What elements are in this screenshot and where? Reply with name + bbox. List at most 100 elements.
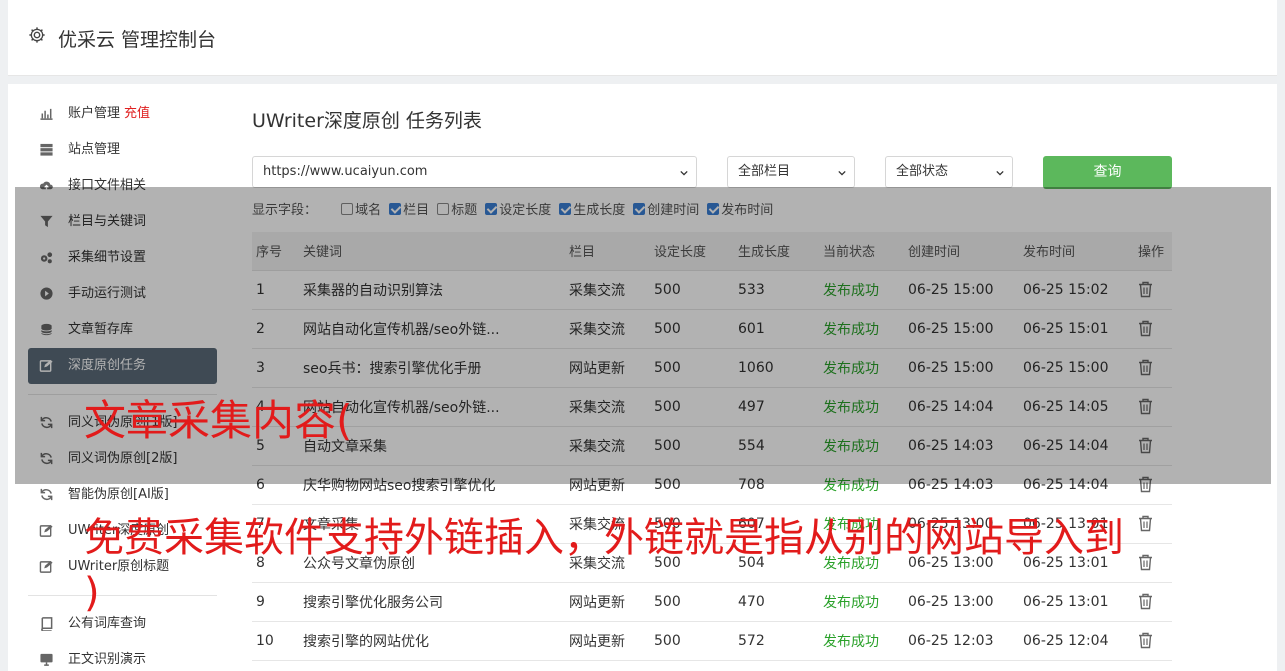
table-cell: 06-25 14:04 xyxy=(904,387,1019,427)
column-header: 发布时间 xyxy=(1019,232,1134,271)
field-checkbox[interactable]: 域名 xyxy=(341,202,381,220)
table-cell: 500 xyxy=(650,426,734,466)
table-cell: 发布成功 xyxy=(819,270,904,310)
table-cell: 06-25 15:02 xyxy=(1019,270,1134,310)
sidebar-item[interactable]: 站点管理 xyxy=(28,132,217,168)
table-cell: 572 xyxy=(734,621,819,661)
table-cell[interactable]: seo兵书：搜索引擎优化手册 xyxy=(299,348,565,388)
caption-line-1: 文章采集内容( xyxy=(84,396,353,445)
field-checkbox[interactable]: 生成长度 xyxy=(559,202,625,220)
page-title: UWriter深度原创 任务列表 xyxy=(252,110,482,132)
actions-cell xyxy=(1134,504,1172,544)
field-checkbox[interactable]: 发布时间 xyxy=(707,202,773,220)
checkbox[interactable] xyxy=(389,203,402,215)
table-cell[interactable]: 采集器的自动识别算法 xyxy=(299,270,565,310)
play-circle-icon xyxy=(40,287,53,300)
field-checkbox[interactable]: 栏目 xyxy=(389,202,429,220)
sidebar-item[interactable]: 深度原创任务 xyxy=(28,348,217,384)
table-cell[interactable]: 搜索引擎优化服务公司 xyxy=(299,582,565,622)
caption-line-3: ) xyxy=(84,570,100,616)
table-cell: 发布成功 xyxy=(819,465,904,505)
edit-icon xyxy=(39,359,53,372)
sidebar-item-label: 手动运行测试 xyxy=(68,286,147,301)
table-cell: 2 xyxy=(252,309,299,349)
field-checkbox[interactable]: 设定长度 xyxy=(485,202,551,220)
content-panel: 账户管理 充值 站点管理 接口文件相关 栏目与关键词采集细节设置 手动运行测试文章暂存库深… xyxy=(8,84,1277,671)
actions-cell xyxy=(1134,387,1172,427)
trash-icon[interactable] xyxy=(1138,632,1153,649)
checkbox[interactable] xyxy=(437,203,450,215)
table-cell: 500 xyxy=(650,621,734,661)
table-cell: 发布成功 xyxy=(819,348,904,388)
checkbox[interactable] xyxy=(633,203,646,215)
checkbox[interactable] xyxy=(341,203,354,215)
trash-icon[interactable] xyxy=(1138,593,1153,610)
sidebar-item-label: 深度原创任务 xyxy=(68,358,147,373)
sidebar-item[interactable]: 正文识别演示 xyxy=(28,642,217,671)
table-row: 2 网站自动化宣传机器/seo外链... 采集交流 500 601 发布成功 06-25 1… xyxy=(252,309,1172,349)
trash-icon[interactable] xyxy=(1138,554,1153,571)
table-row: 9 搜索引擎优化服务公司 网站更新 500 470 发布成功 06-25 13:00 06-2… xyxy=(252,582,1172,622)
cloud-upload-icon xyxy=(39,181,53,192)
checkbox[interactable] xyxy=(707,203,720,215)
top-bar: 优采云 管理控制台 xyxy=(8,0,1277,76)
trash-icon[interactable] xyxy=(1138,476,1153,493)
trash-icon[interactable] xyxy=(1138,437,1153,454)
refresh-icon xyxy=(40,488,53,501)
filter-icon xyxy=(40,215,53,228)
table-cell: 发布成功 xyxy=(819,426,904,466)
table-cell[interactable]: 庆华购物网站seo搜索引擎优化 xyxy=(299,465,565,505)
trash-icon[interactable] xyxy=(1138,320,1153,337)
sidebar-item-label: 同义词伪原创[2版] xyxy=(68,451,178,466)
table-cell: 采集交流 xyxy=(565,387,650,427)
sidebar-item[interactable]: 文章暂存库 xyxy=(28,312,217,348)
table-cell: 06-25 15:01 xyxy=(1019,309,1134,349)
recharge-link[interactable]: 充值 xyxy=(124,106,150,121)
trash-icon[interactable] xyxy=(1138,515,1153,532)
table-cell: 发布成功 xyxy=(819,582,904,622)
sidebar-item[interactable]: 手动运行测试 xyxy=(28,276,217,312)
refresh-icon xyxy=(40,452,53,465)
field-checkbox-label: 发布时间 xyxy=(721,203,774,218)
sidebar-item[interactable]: 公有词库查询 xyxy=(28,606,217,642)
field-checkbox[interactable]: 标题 xyxy=(437,202,477,220)
sidebar-item[interactable]: 采集细节设置 xyxy=(28,240,217,276)
trash-icon[interactable] xyxy=(1138,359,1153,376)
field-checkbox-label: 生成长度 xyxy=(573,203,626,218)
table-row: 3 seo兵书：搜索引擎优化手册 网站更新 500 1060 发布成功 06-25 15:0… xyxy=(252,348,1172,388)
field-checkbox-label: 标题 xyxy=(451,203,478,218)
table-cell: 500 xyxy=(650,582,734,622)
checkbox[interactable] xyxy=(485,203,498,215)
table-cell: 发布成功 xyxy=(819,621,904,661)
sidebar: 账户管理 充值 站点管理 接口文件相关 栏目与关键词采集细节设置 手动运行测试文章暂存库深… xyxy=(28,96,217,671)
server-icon xyxy=(40,143,53,156)
sidebar-item[interactable]: 账户管理 充值 xyxy=(28,96,217,132)
actions-cell xyxy=(1134,309,1172,349)
column-header: 序号 xyxy=(252,232,299,271)
column-header: 创建时间 xyxy=(904,232,1019,271)
trash-icon[interactable] xyxy=(1138,281,1153,298)
table-header-row: 序号 关键词 栏目 设定长度 生成长度 当前状态 创建时间 发布时间 操作 xyxy=(252,232,1172,271)
status-select[interactable]: 全部状态 xyxy=(885,156,1013,188)
table-row: 10 搜索引擎的网站优化 网站更新 500 572 发布成功 06-25 12:03 06-2… xyxy=(252,621,1172,661)
display-fields: 显示字段： 域名 栏目 标题 设定长度 生成长度 创建时间 发布时间 xyxy=(252,202,781,220)
table-cell: 06-25 14:03 xyxy=(904,465,1019,505)
field-checkbox-label: 创建时间 xyxy=(647,203,700,218)
actions-cell xyxy=(1134,543,1172,583)
site-select[interactable]: https://www.ucaiyun.com xyxy=(252,156,697,188)
table-cell[interactable]: 网站自动化宣传机器/seo外链... xyxy=(299,309,565,349)
query-button[interactable]: 查询 xyxy=(1043,156,1172,189)
table-cell: 06-25 15:00 xyxy=(1019,348,1134,388)
column-header: 栏目 xyxy=(565,232,650,271)
checkbox[interactable] xyxy=(559,203,572,215)
trash-icon[interactable] xyxy=(1138,398,1153,415)
table-cell[interactable]: 搜索引擎的网站优化 xyxy=(299,621,565,661)
table-cell: 500 xyxy=(650,270,734,310)
sidebar-item[interactable]: 栏目与关键词 xyxy=(28,204,217,240)
sidebar-item-label: 采集细节设置 xyxy=(68,250,147,265)
sidebar-item[interactable]: 接口文件相关 xyxy=(28,168,217,204)
field-checkbox[interactable]: 创建时间 xyxy=(633,202,699,220)
table-cell: 10 xyxy=(252,621,299,661)
column-select[interactable]: 全部栏目 xyxy=(727,156,855,188)
table-row: 1 采集器的自动识别算法 采集交流 500 533 发布成功 06-25 15:00 06-2… xyxy=(252,270,1172,310)
